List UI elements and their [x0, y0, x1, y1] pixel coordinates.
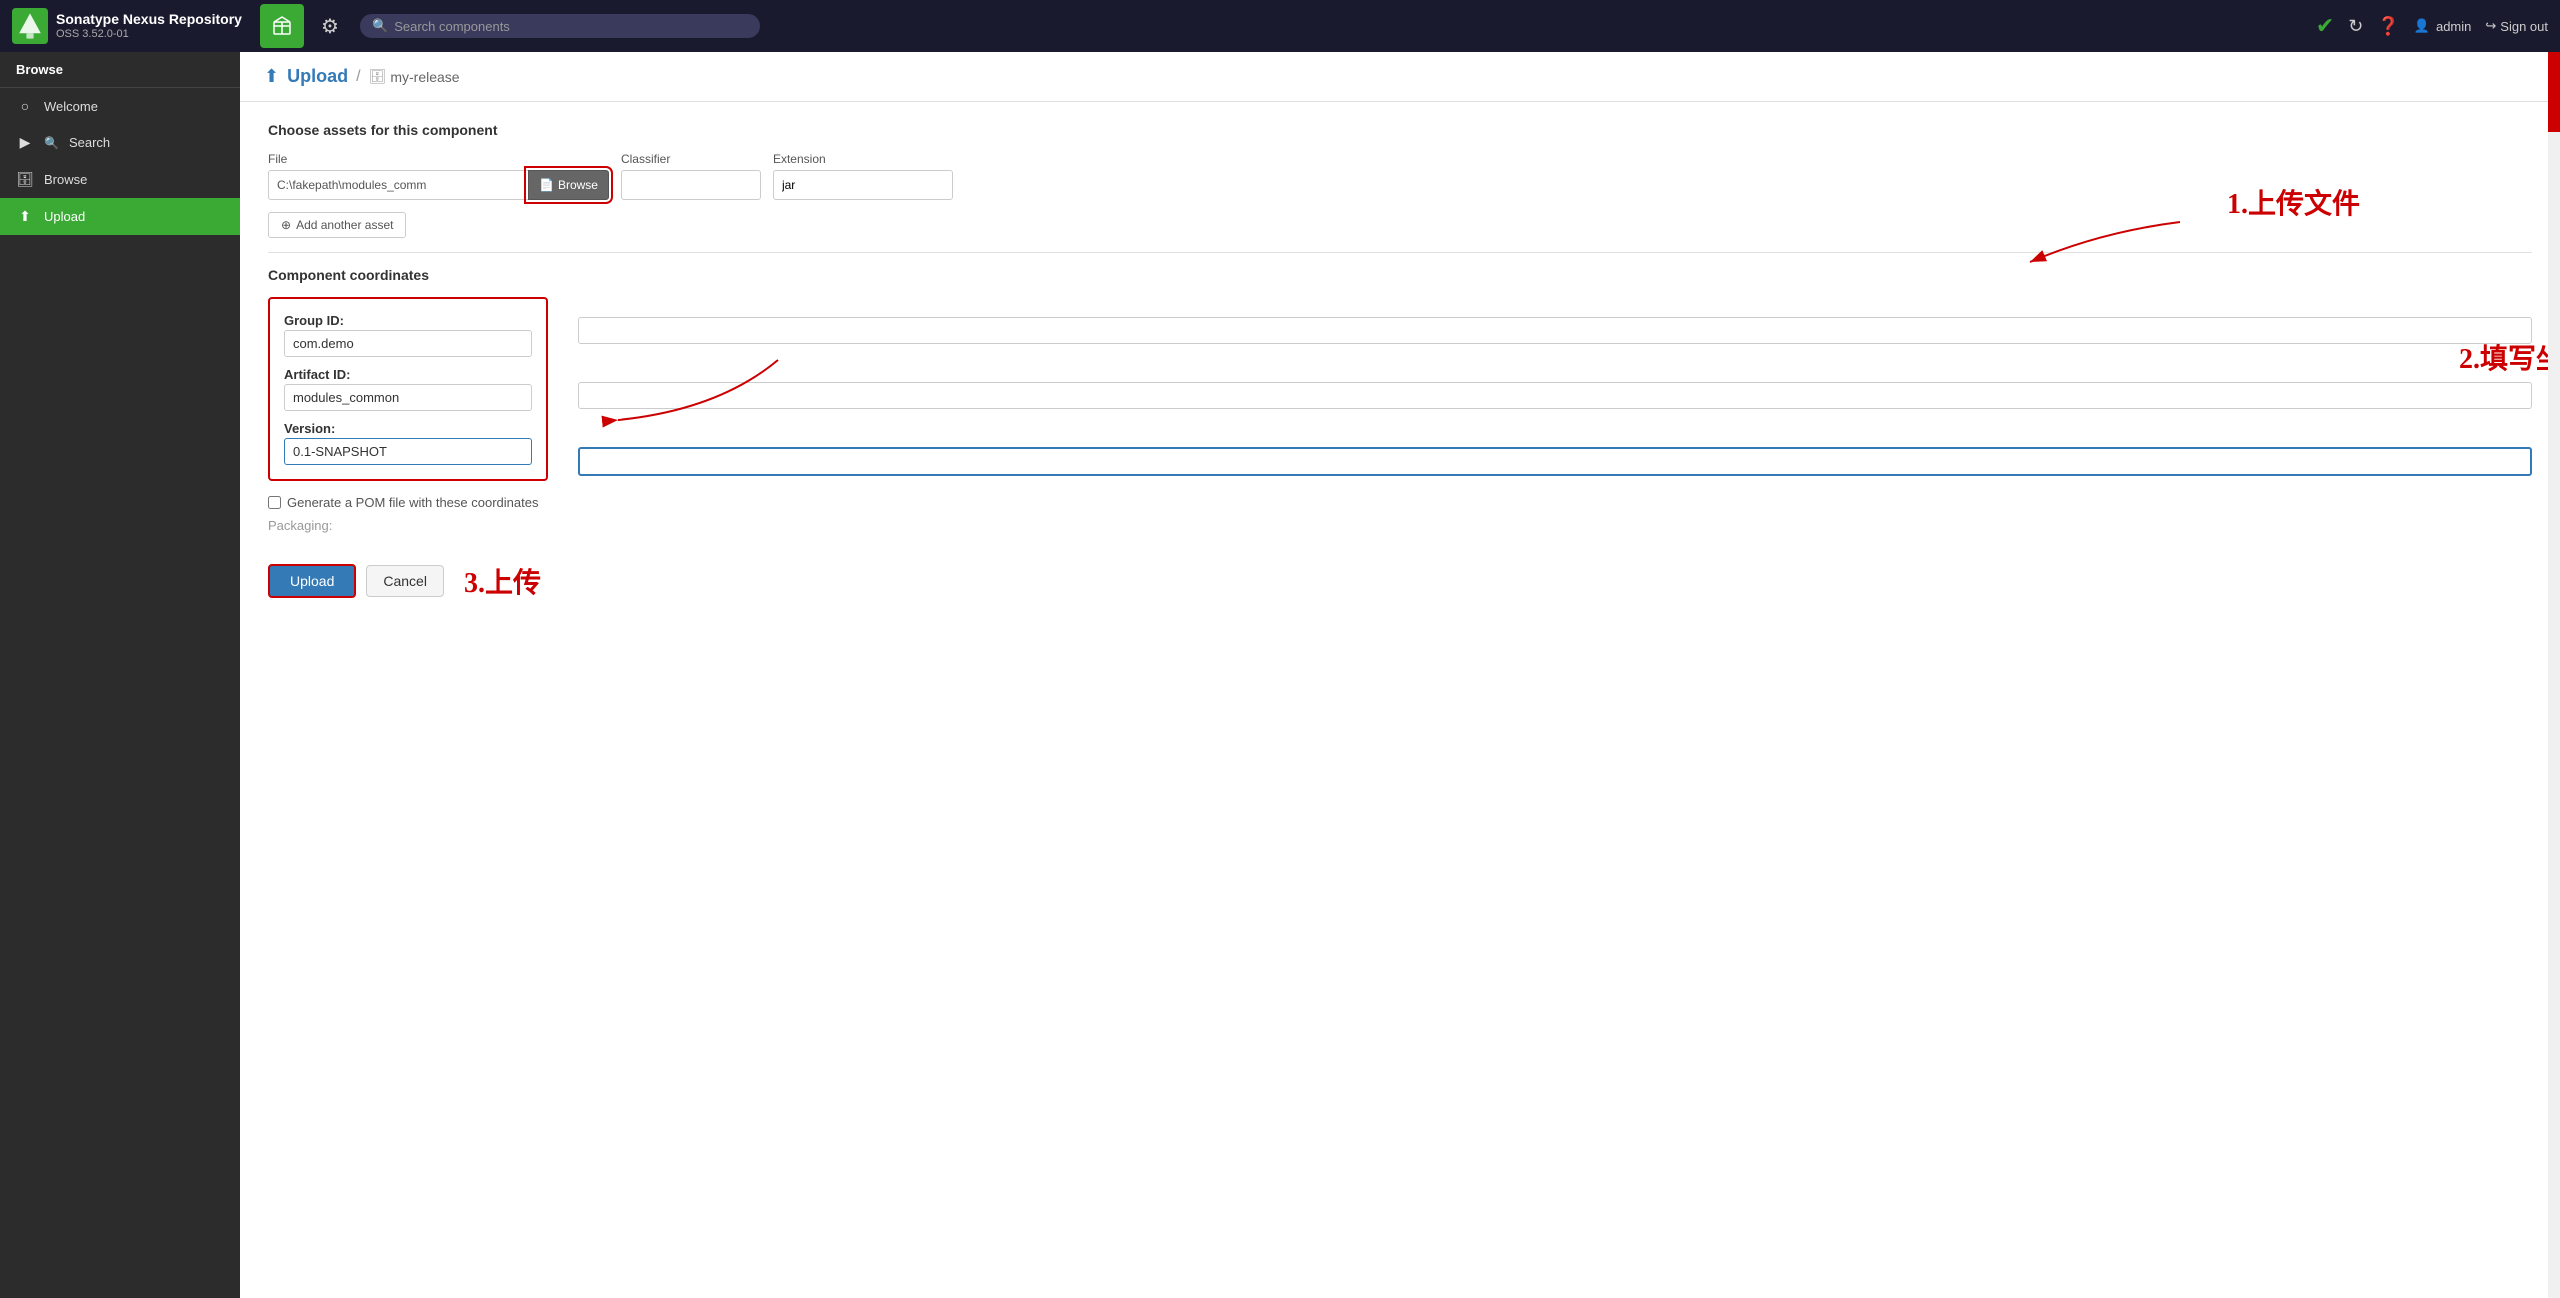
- version-group: Version:: [284, 421, 532, 465]
- extension-input[interactable]: [773, 170, 953, 200]
- layout: Browse ○ Welcome ▶ 🔍 Search 🗄 Browse ⬆ U…: [0, 52, 2560, 1298]
- add-asset-label: Add another asset: [296, 218, 393, 232]
- version-full-input[interactable]: [578, 447, 2532, 476]
- sidebar-item-welcome[interactable]: ○ Welcome: [0, 88, 240, 124]
- upload-breadcrumb-icon: ⬆: [264, 66, 279, 87]
- group-id-input[interactable]: [284, 330, 532, 357]
- extension-field-group: Extension: [773, 152, 953, 200]
- extension-label: Extension: [773, 152, 953, 166]
- artifact-id-full-input[interactable]: [578, 382, 2532, 409]
- sidebar-item-search[interactable]: ▶ 🔍 Search: [0, 124, 240, 161]
- logo-icon: [12, 8, 48, 44]
- pom-label: Generate a POM file with these coordinat…: [287, 495, 538, 510]
- coord-box: Group ID: Artifact ID: Version:: [268, 297, 548, 481]
- topnav-right: ✔ ↻ ❓ 👤 admin ↪ Sign out: [2316, 13, 2548, 39]
- help-icon[interactable]: ❓: [2377, 16, 2399, 37]
- breadcrumb-sep: /: [356, 68, 360, 86]
- asset-row: File 📄 Browse Classifier Extension: [268, 152, 2532, 200]
- file-input-wrap: 📄 Browse: [268, 170, 609, 200]
- signout-button[interactable]: ↪ Sign out: [2485, 18, 2548, 34]
- main-content: ⬆ Upload / 🗄 my-release Choose assets fo…: [240, 52, 2560, 1298]
- annotation-step2-text: 2.填写坐标: [2459, 344, 2560, 375]
- db-icon: 🗄: [369, 68, 387, 85]
- sidebar-item-label-welcome: Welcome: [44, 99, 98, 114]
- settings-button[interactable]: ⚙: [312, 8, 348, 44]
- breadcrumb: ⬆ Upload / 🗄 my-release: [240, 52, 2560, 102]
- user-menu[interactable]: 👤 admin: [2414, 18, 2472, 34]
- signout-icon: ↪: [2485, 18, 2496, 34]
- breadcrumb-repo-label: my-release: [390, 69, 459, 85]
- arrow-1-svg: [2000, 212, 2200, 292]
- full-inputs: [578, 297, 2532, 481]
- annotation-step3-text: 3.上传: [464, 561, 541, 601]
- sidebar-item-browse[interactable]: 🗄 Browse: [0, 161, 240, 198]
- search-bar[interactable]: 🔍: [360, 14, 760, 38]
- breadcrumb-repo: 🗄 my-release: [369, 68, 460, 85]
- app-name: Sonatype Nexus Repository: [56, 11, 242, 28]
- classifier-field-group: Classifier: [621, 152, 761, 200]
- artifact-id-input[interactable]: [284, 384, 532, 411]
- admin-label: admin: [2436, 19, 2471, 34]
- browse-icon: 🗄: [16, 171, 34, 188]
- classifier-input[interactable]: [621, 170, 761, 200]
- group-id-group: Group ID:: [284, 313, 532, 357]
- welcome-icon: ○: [16, 98, 34, 114]
- search-icon-glass: 🔍: [44, 136, 59, 150]
- search-input[interactable]: [394, 19, 748, 34]
- annotation-2: 2.填写坐标: [2459, 337, 2560, 377]
- breadcrumb-upload: Upload: [287, 66, 348, 87]
- plus-icon: ⊕: [281, 218, 291, 232]
- classifier-label: Classifier: [621, 152, 761, 166]
- topnav: Sonatype Nexus Repository OSS 3.52.0-01 …: [0, 0, 2560, 52]
- refresh-icon[interactable]: ↻: [2348, 16, 2363, 37]
- app-logo: Sonatype Nexus Repository OSS 3.52.0-01: [12, 8, 252, 44]
- sidebar-item-label-browse: Browse: [44, 172, 87, 187]
- sidebar-header: Browse: [0, 52, 240, 88]
- add-asset-button[interactable]: ⊕ Add another asset: [268, 212, 406, 238]
- package-icon: [271, 15, 293, 37]
- content-area: Choose assets for this component File 📄 …: [240, 102, 2560, 1298]
- version-label: Version:: [284, 421, 532, 436]
- file-label: File: [268, 152, 609, 166]
- pom-row: Generate a POM file with these coordinat…: [268, 495, 2532, 510]
- upload-button[interactable]: Upload: [268, 564, 356, 598]
- scrollbar-thumb[interactable]: [2548, 52, 2560, 132]
- sidebar-item-label-search: Search: [69, 135, 110, 150]
- nav-browse-button[interactable]: [260, 4, 304, 48]
- search-icon: 🔍: [372, 18, 388, 34]
- sidebar: Browse ○ Welcome ▶ 🔍 Search 🗄 Browse ⬆ U…: [0, 52, 240, 1298]
- annotation-1: 1.上传文件: [2227, 182, 2360, 222]
- cancel-button[interactable]: Cancel: [366, 565, 444, 597]
- upload-icon: ⬆: [16, 208, 34, 225]
- file-input[interactable]: [268, 170, 528, 200]
- sidebar-item-label-upload: Upload: [44, 209, 85, 224]
- sidebar-item-upload[interactable]: ⬆ Upload: [0, 198, 240, 235]
- user-icon: 👤: [2414, 18, 2430, 34]
- signout-label: Sign out: [2500, 19, 2548, 34]
- browse-btn-label: Browse: [558, 178, 598, 192]
- file-icon: 📄: [539, 178, 554, 192]
- artifact-id-group: Artifact ID:: [284, 367, 532, 411]
- arrow-2-svg: [518, 350, 818, 430]
- group-id-label: Group ID:: [284, 313, 532, 328]
- app-version: OSS 3.52.0-01: [56, 28, 242, 41]
- status-check-icon: ✔: [2316, 13, 2334, 39]
- group-id-full-input[interactable]: [578, 317, 2532, 344]
- artifact-id-label: Artifact ID:: [284, 367, 532, 382]
- version-input[interactable]: [284, 438, 532, 465]
- file-field-group: File 📄 Browse: [268, 152, 609, 200]
- bottom-buttons: Upload Cancel 3.上传: [268, 561, 2532, 621]
- annotation-step1-text: 1.上传文件: [2227, 189, 2360, 220]
- assets-section-title: Choose assets for this component: [268, 122, 2532, 138]
- search-icon-sidebar: ▶: [16, 134, 34, 151]
- packaging-label: Packaging:: [268, 518, 2532, 533]
- scrollbar-track[interactable]: [2548, 52, 2560, 1298]
- browse-button[interactable]: 📄 Browse: [528, 170, 609, 200]
- pom-checkbox[interactable]: [268, 496, 281, 509]
